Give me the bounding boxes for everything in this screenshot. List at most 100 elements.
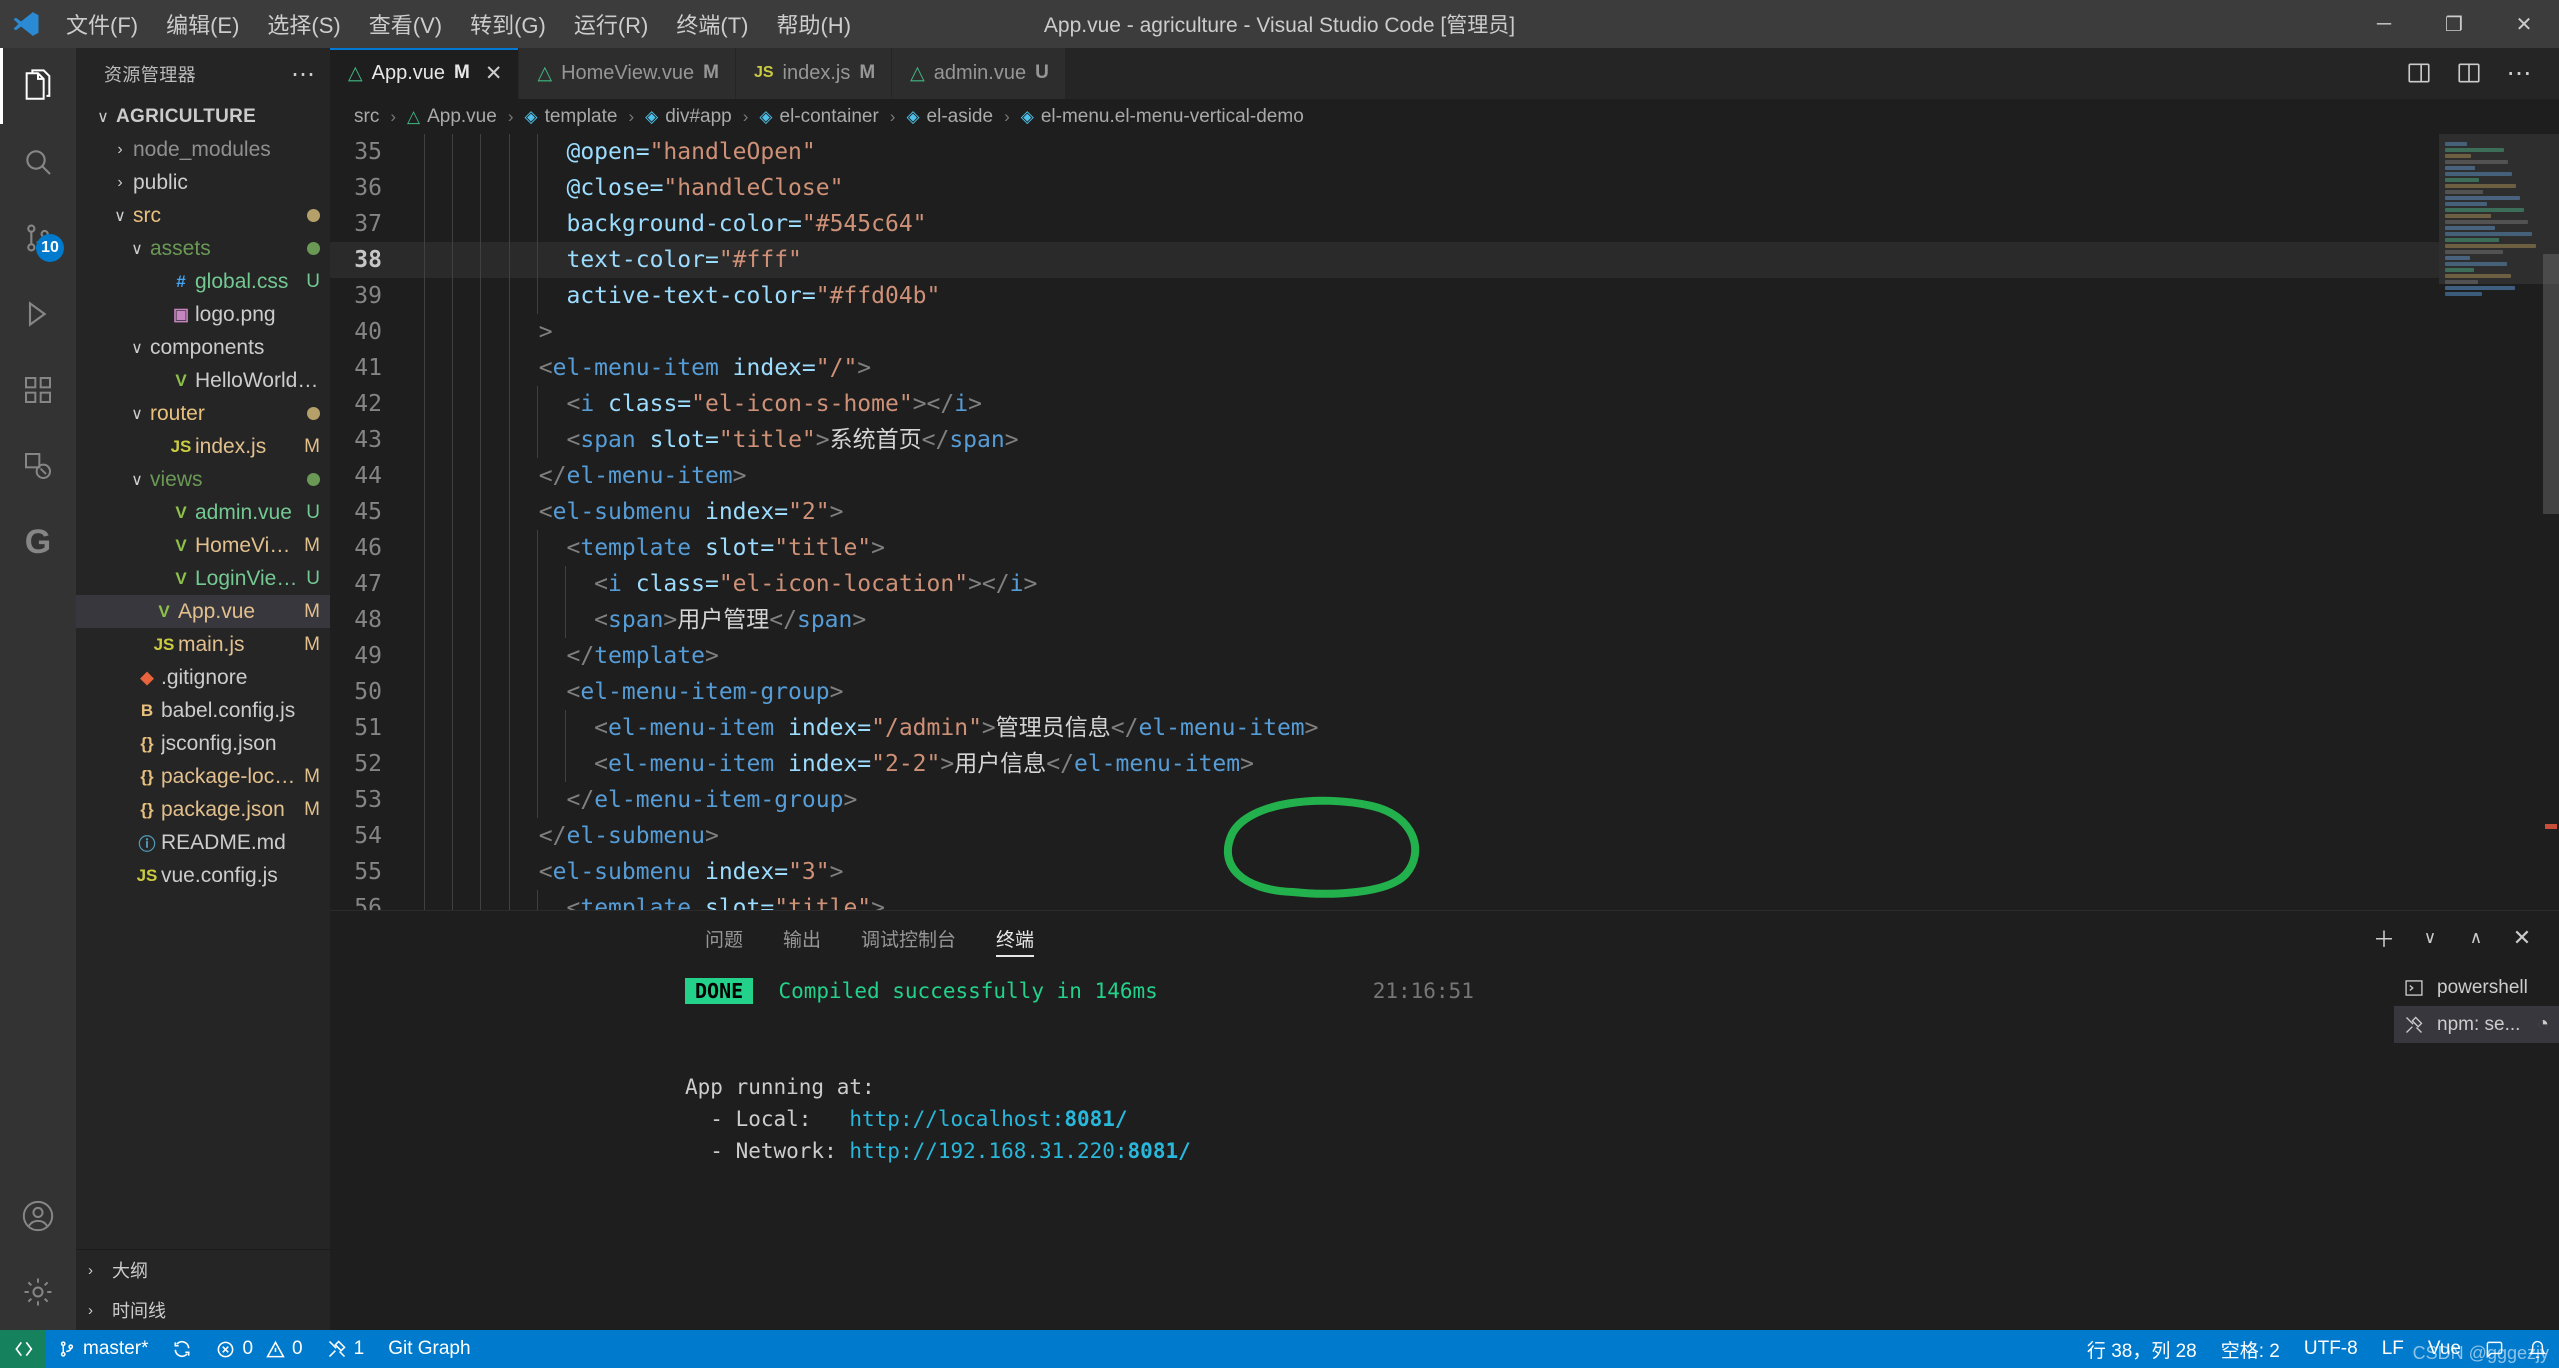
status-eol[interactable]: LF: [2370, 1330, 2416, 1368]
code-viewport[interactable]: 35 @open="handleOpen" 36 @close="handleCl…: [330, 134, 2439, 910]
minimap[interactable]: [2439, 134, 2559, 910]
tab-admin-vue[interactable]: △ admin.vue U: [892, 48, 1066, 99]
menu-go[interactable]: 转到(G): [456, 4, 560, 44]
breadcrumb-item-div-app[interactable]: ◈ div#app: [643, 106, 734, 128]
tree-item-helloworld-vue[interactable]: V HelloWorld.vue: [76, 364, 330, 397]
menu-help[interactable]: 帮助(H): [762, 4, 865, 44]
tree-item-readme-md[interactable]: ⓘ README.md: [76, 826, 330, 859]
activitybar-item-git-graph[interactable]: G: [0, 504, 76, 580]
tree-item-node-modules[interactable]: › node_modules: [76, 133, 330, 166]
tree-item-public[interactable]: › public: [76, 166, 330, 199]
tree-item-logo-png[interactable]: ▣ logo.png: [76, 298, 330, 331]
tree-item-views[interactable]: ∨ views: [76, 463, 330, 496]
tree-item-components[interactable]: ∨ components: [76, 331, 330, 364]
tree-item-router[interactable]: ∨ router: [76, 397, 330, 430]
activitybar-item-run-debug[interactable]: [0, 276, 76, 352]
tree-item-jsconfig-json[interactable]: {} jsconfig.json: [76, 727, 330, 760]
code-token: >: [857, 355, 872, 382]
breadcrumb-item-template[interactable]: ◈ template: [522, 106, 619, 128]
maximize-panel-icon[interactable]: ∧: [2455, 917, 2497, 959]
status-ports[interactable]: 1: [315, 1330, 377, 1368]
indent-guide: [480, 602, 482, 639]
more-actions-icon[interactable]: ⋯: [2497, 51, 2541, 95]
breadcrumb-separator: ›: [628, 106, 635, 126]
tree-item-package-json[interactable]: {} package.json M: [76, 793, 330, 826]
panel-tab-problems[interactable]: 问题: [685, 911, 763, 965]
activitybar-item-settings[interactable]: [0, 1254, 76, 1330]
tab-close-icon[interactable]: ✕: [485, 61, 503, 86]
status-sync[interactable]: [160, 1330, 204, 1368]
panel-tab-terminal[interactable]: 终端: [976, 911, 1054, 965]
tree-item-package-lock-json[interactable]: {} package-lock.json M: [76, 760, 330, 793]
activitybar-item-source-control[interactable]: 10: [0, 200, 76, 276]
breadcrumb-item-src[interactable]: src: [352, 106, 381, 128]
indent-guide: [424, 602, 425, 639]
maximize-button[interactable]: ❐: [2419, 0, 2489, 48]
code-editor[interactable]: 35 @open="handleOpen" 36 @close="handleCl…: [330, 134, 2559, 910]
tree-item-index-js[interactable]: JS index.js M: [76, 430, 330, 463]
status-git-graph[interactable]: Git Graph: [376, 1330, 482, 1368]
panel-tab-debug-console[interactable]: 调试控制台: [841, 911, 976, 965]
terminal-network-url[interactable]: http://192.168.31.220:: [849, 1139, 1127, 1163]
close-panel-icon[interactable]: ✕: [2501, 917, 2543, 959]
terminal-network-port[interactable]: 8081/: [1128, 1139, 1191, 1163]
tree-item-vue-config-js[interactable]: JS vue.config.js: [76, 859, 330, 892]
menu-selection[interactable]: 选择(S): [253, 4, 354, 44]
status-indentation[interactable]: 空格: 2: [2209, 1330, 2292, 1368]
panel-tab-output[interactable]: 输出: [763, 911, 841, 965]
minimize-button[interactable]: ─: [2349, 0, 2419, 48]
new-terminal-icon[interactable]: ＋: [2363, 917, 2405, 959]
terminal-list-item-powershell[interactable]: powershell: [2394, 969, 2559, 1006]
code-token: "title": [774, 535, 872, 562]
close-button[interactable]: ✕: [2489, 0, 2559, 48]
tree-root-agriculture[interactable]: ∨ AGRICULTURE: [76, 100, 330, 133]
terminal-output[interactable]: DONE Compiled successfully in 146ms 21:1…: [330, 965, 2394, 1330]
activitybar-item-explorer[interactable]: [0, 48, 76, 124]
status-encoding[interactable]: UTF-8: [2292, 1330, 2370, 1368]
tree-item-babel-config-js[interactable]: Bbabel.config.js: [76, 694, 330, 727]
status-problems[interactable]: 0 0: [204, 1330, 314, 1368]
section-outline[interactable]: › 大纲: [76, 1250, 330, 1290]
tree-item-main-js[interactable]: JS main.js M: [76, 628, 330, 661]
terminal-list-item-npm[interactable]: npm: se... ◔: [2394, 1006, 2559, 1043]
tab-app-vue[interactable]: △ App.vue M ✕: [330, 48, 520, 99]
menu-view[interactable]: 查看(V): [355, 4, 456, 44]
tree-item-assets[interactable]: ∨ assets: [76, 232, 330, 265]
file-tree: ∨ AGRICULTURE › node_modules › public ∨ src ∨ a…: [76, 100, 330, 1249]
terminal-local-port[interactable]: 8081/: [1064, 1107, 1127, 1131]
tree-item--gitignore[interactable]: ◆ .gitignore: [76, 661, 330, 694]
activitybar-item-search[interactable]: [0, 124, 76, 200]
activitybar-item-extensions[interactable]: [0, 352, 76, 428]
breadcrumb-item-app-vue[interactable]: △ App.vue: [405, 106, 499, 128]
remote-indicator[interactable]: [0, 1330, 46, 1368]
activitybar-item-account[interactable]: [0, 1178, 76, 1254]
scrollbar-thumb[interactable]: [2543, 254, 2559, 515]
editor-scrollbar[interactable]: [2543, 134, 2559, 910]
section-timeline[interactable]: › 时间线: [76, 1290, 330, 1330]
code-line: 40 >: [330, 314, 2439, 351]
terminal-local-url[interactable]: http://localhost:: [849, 1107, 1064, 1131]
breadcrumb-item-el-aside[interactable]: ◈ el-aside: [904, 106, 995, 128]
minimap-slider[interactable]: [2439, 134, 2559, 285]
status-cursor-position[interactable]: 行 38，列 28: [2075, 1330, 2209, 1368]
chevron-down-icon[interactable]: ∨: [2409, 917, 2451, 959]
tree-item-loginview-vue[interactable]: V LoginView.vue U: [76, 562, 330, 595]
split-editor-icon[interactable]: [2397, 51, 2441, 95]
tree-item-global-css[interactable]: # global.css U: [76, 265, 330, 298]
tree-item-src[interactable]: ∨ src: [76, 199, 330, 232]
breadcrumb-item-el-menu[interactable]: ◈ el-menu.el-menu-vertical-demo: [1019, 106, 1306, 128]
tab-index-js[interactable]: JS index.js M: [735, 48, 893, 99]
breadcrumb-item-el-container[interactable]: ◈ el-container: [757, 106, 880, 128]
menu-run[interactable]: 运行(R): [560, 4, 663, 44]
tree-item-admin-vue[interactable]: Vadmin.vue U: [76, 496, 330, 529]
explorer-more-icon[interactable]: ⋯: [291, 60, 316, 89]
open-changes-icon[interactable]: [2447, 51, 2491, 95]
tree-item-homeview-vue[interactable]: V HomeView.vue M: [76, 529, 330, 562]
tab-homeview-vue[interactable]: △ HomeView.vue M: [519, 48, 736, 99]
status-branch[interactable]: master*: [46, 1330, 160, 1368]
menu-file[interactable]: 文件(F): [52, 4, 152, 44]
menu-terminal[interactable]: 终端(T): [662, 4, 762, 44]
menu-edit[interactable]: 编辑(E): [152, 4, 253, 44]
activitybar-item-remote-explorer[interactable]: [0, 428, 76, 504]
tree-item-app-vue[interactable]: V App.vue M: [76, 595, 330, 628]
